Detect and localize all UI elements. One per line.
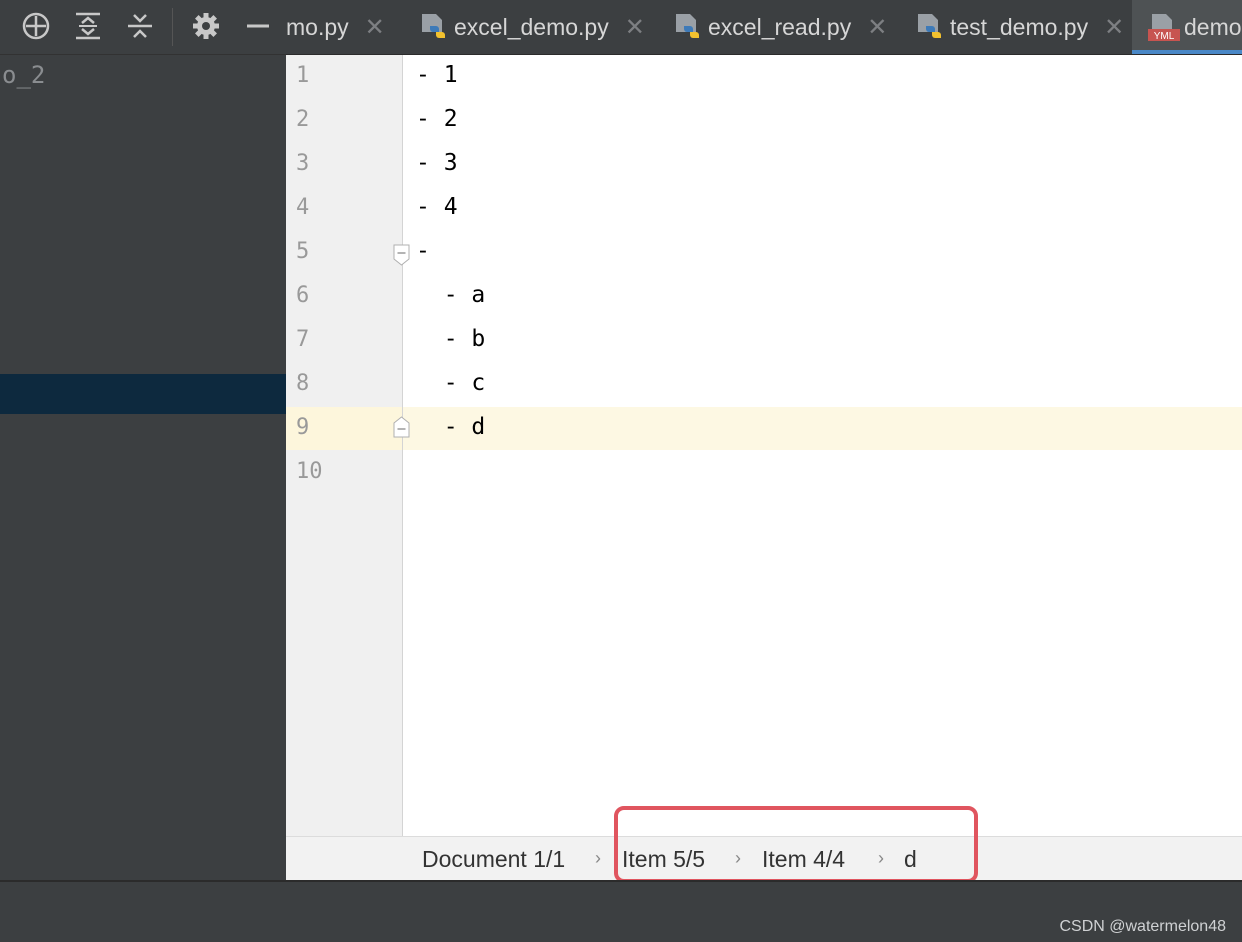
line-number: 10 [296, 459, 323, 484]
settings-button[interactable] [189, 7, 223, 45]
tab-test-demo-py[interactable]: test_demo.py ✕ [914, 0, 1124, 54]
annotation-highlight-box [614, 806, 978, 883]
code-editor[interactable]: 1 2 3 4 5 6 7 8 9 10 - 1 - 2 - 3 - 4 - -… [286, 55, 1242, 836]
fold-end-icon[interactable] [393, 416, 410, 438]
project-toolbar [0, 0, 286, 55]
line-number: 3 [296, 151, 310, 176]
code-line[interactable]: - c [416, 370, 486, 396]
close-icon[interactable]: ✕ [625, 13, 645, 42]
tab-excel-read-py[interactable]: excel_read.py ✕ [672, 0, 887, 54]
tab-mo-py[interactable]: mo.py ✕ [286, 0, 385, 54]
python-file-icon [672, 12, 702, 42]
svg-text:YML: YML [1154, 31, 1175, 42]
code-line[interactable]: - 4 [416, 194, 458, 220]
collapse-all-icon [128, 14, 152, 38]
locate-button[interactable] [19, 7, 53, 45]
python-file-icon [914, 12, 944, 42]
code-line[interactable]: - 1 [416, 62, 458, 88]
yml-file-icon: YML [1148, 12, 1180, 42]
chevron-right-icon: › [595, 848, 601, 868]
locate-icon [22, 12, 50, 40]
close-icon[interactable]: ✕ [1104, 13, 1124, 42]
code-line[interactable]: - 2 [416, 106, 458, 132]
minimize-icon [247, 24, 269, 28]
project-selected-row[interactable] [0, 374, 286, 414]
line-number: 9 [296, 415, 310, 440]
project-panel: o_2 [0, 55, 286, 880]
fold-collapse-icon[interactable] [393, 244, 410, 266]
line-number: 1 [296, 63, 310, 88]
line-number: 8 [296, 371, 310, 396]
editor-tab-bar: mo.py ✕ excel_demo.py ✕ excel_read.py ✕ [286, 0, 1242, 55]
code-line[interactable]: - d [416, 414, 486, 440]
tab-label: demo [1184, 13, 1242, 40]
bottom-status-bar: CSDN @watermelon48 [0, 880, 1242, 942]
active-tab-indicator [1132, 50, 1242, 54]
watermark-text: CSDN @watermelon48 [1059, 918, 1226, 935]
code-line[interactable]: - a [416, 282, 486, 308]
toolbar-divider [172, 8, 173, 46]
expand-all-icon [76, 12, 100, 40]
code-line[interactable]: - 3 [416, 150, 458, 176]
python-file-icon [418, 12, 448, 42]
close-icon[interactable]: ✕ [365, 13, 385, 42]
settings-icon [193, 13, 219, 39]
minimize-button[interactable] [241, 7, 275, 45]
line-number: 5 [296, 239, 310, 264]
tab-excel-demo-py[interactable]: excel_demo.py ✕ [418, 0, 645, 54]
project-root-label[interactable]: o_2 [2, 61, 45, 89]
tab-label: test_demo.py [950, 13, 1089, 40]
tab-label: excel_demo.py [454, 13, 609, 40]
collapse-all-button[interactable] [123, 7, 157, 45]
tab-label: excel_read.py [708, 13, 852, 40]
close-icon[interactable]: ✕ [867, 13, 887, 42]
line-number: 6 [296, 283, 310, 308]
line-number: 2 [296, 107, 310, 132]
breadcrumb-item-document[interactable]: Document 1/1 [422, 846, 565, 873]
code-line[interactable]: - [416, 238, 430, 264]
line-number: 7 [296, 327, 310, 352]
tab-label: mo.py [286, 13, 349, 40]
expand-all-button[interactable] [71, 7, 105, 45]
code-line[interactable]: - b [416, 326, 486, 352]
tab-demo-yml-active[interactable]: YML demo [1132, 0, 1242, 54]
line-number: 4 [296, 195, 310, 220]
